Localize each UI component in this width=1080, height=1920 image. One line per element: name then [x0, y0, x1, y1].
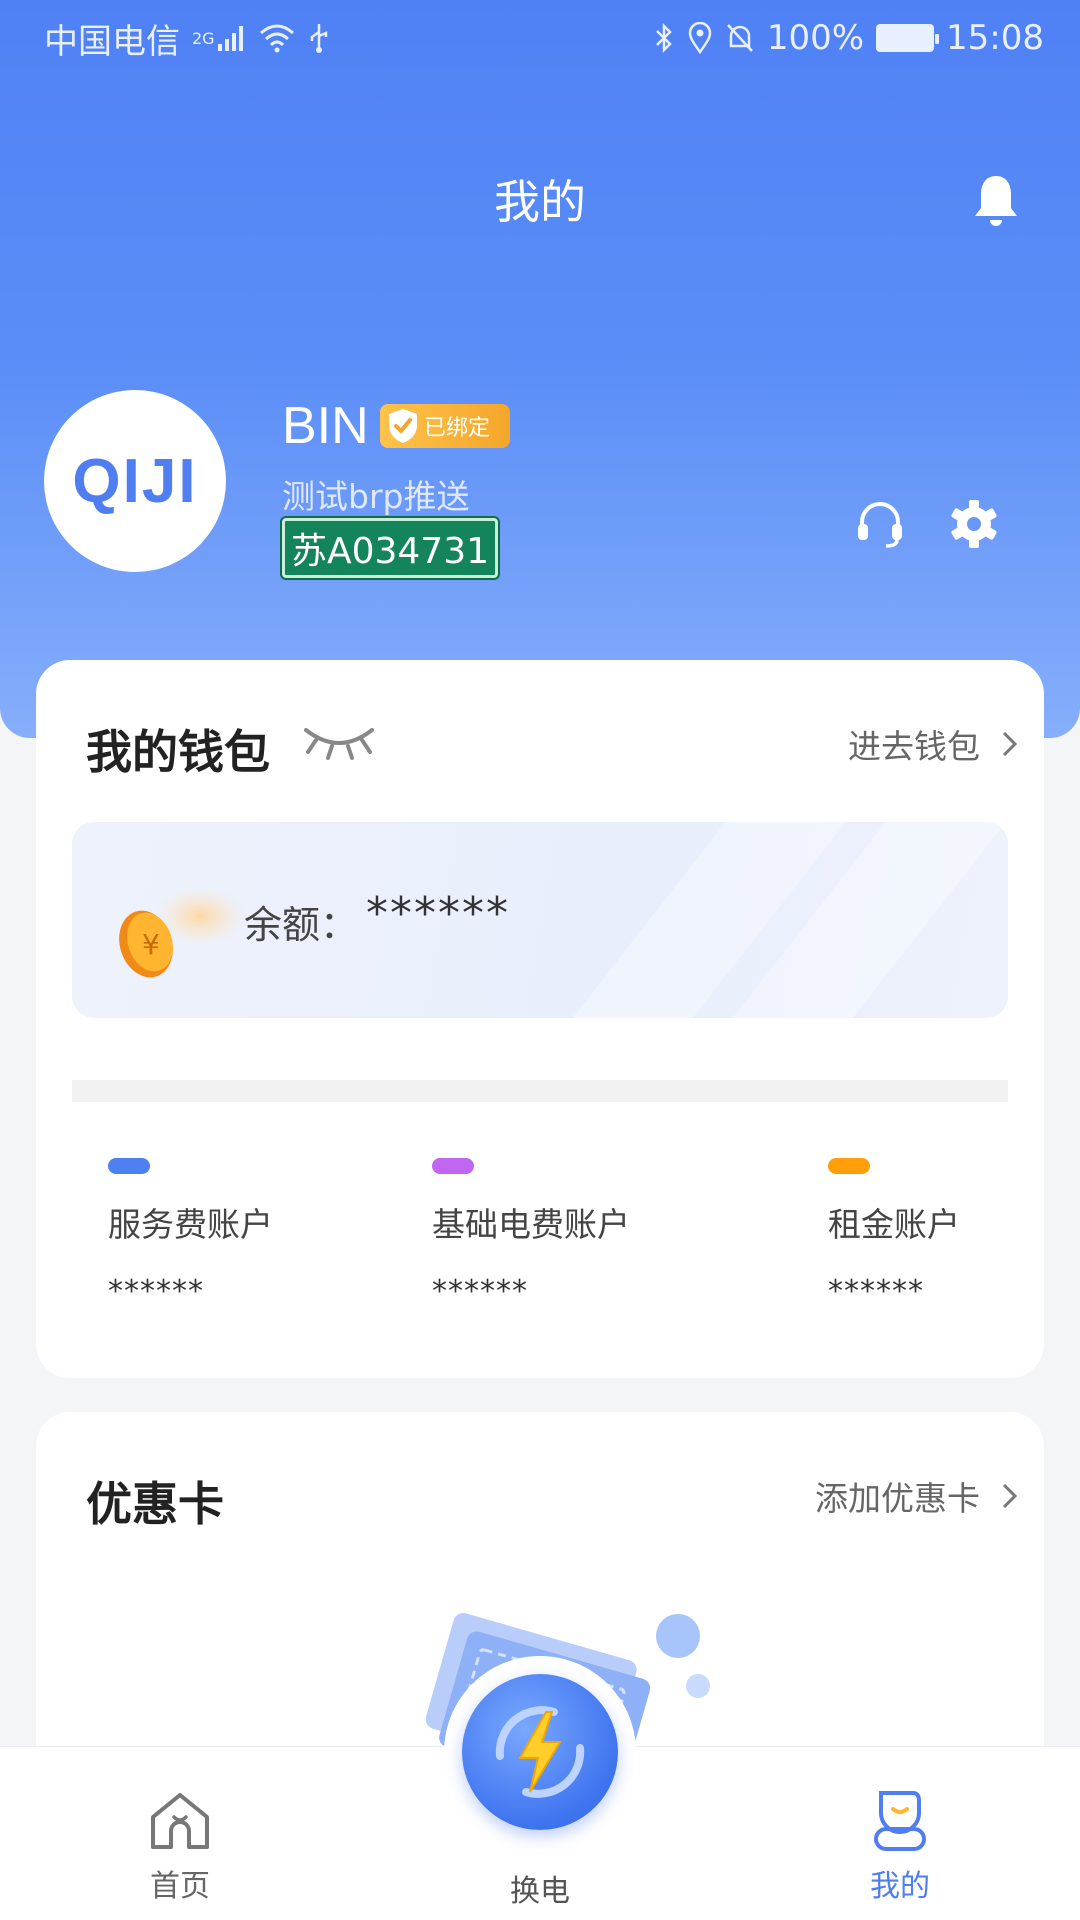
tab-mine[interactable]: 我的: [820, 1787, 980, 1905]
account-rent[interactable]: 租金账户 ******: [828, 1158, 960, 1309]
customer-service-icon[interactable]: [854, 498, 906, 550]
balance-value: ******: [366, 888, 510, 939]
account-value: ******: [432, 1274, 528, 1309]
battery-swap-button[interactable]: [444, 1656, 636, 1848]
lightning-swap-icon: [495, 1706, 585, 1798]
avatar[interactable]: QIJI: [44, 390, 226, 572]
battery-percent: 100%: [766, 18, 865, 58]
battery-swap-inner: [462, 1674, 618, 1830]
account-color-dot: [432, 1158, 474, 1174]
header-background: [0, 0, 1080, 738]
wallet-link-label: 进去钱包: [848, 727, 980, 766]
location-icon: [687, 22, 713, 54]
tab-mine-label: 我的: [870, 1869, 930, 1904]
wallet-card: 我的钱包 进去钱包 ¥ 余额： ****** 服务费账户 ****** 基础电费…: [36, 660, 1044, 1378]
coin-icon: ¥: [119, 886, 246, 978]
page-title: 我的: [494, 175, 586, 229]
notification-bell-icon[interactable]: [970, 172, 1022, 228]
bluetooth-icon: [653, 22, 675, 54]
account-value: ******: [828, 1274, 924, 1309]
clock-time: 15:08: [946, 18, 1044, 58]
user-subtitle: 测试brp推送: [282, 477, 470, 516]
account-color-dot: [108, 1158, 150, 1174]
divider: [72, 1080, 1008, 1102]
bound-badge: 已绑定: [380, 404, 510, 448]
balance-label: 余额：: [244, 903, 359, 947]
wifi-icon: [259, 23, 295, 53]
tab-swap-label: 换电: [510, 1874, 570, 1909]
wallet-title: 我的钱包: [86, 725, 270, 779]
status-bar: 中国电信 2G 100% 15:08: [0, 0, 1080, 76]
carrier-text: 中国电信: [44, 21, 180, 62]
signal-icon: 2G: [192, 24, 247, 52]
person-icon: [874, 1791, 926, 1851]
add-coupon-label: 添加优惠卡: [815, 1479, 980, 1518]
user-name: BIN: [282, 397, 369, 455]
avatar-logo: QIJI: [72, 446, 198, 516]
account-name: 租金账户: [828, 1205, 960, 1244]
license-plate: 苏A034731: [280, 516, 500, 580]
account-basic-electricity[interactable]: 基础电费账户 ******: [432, 1158, 630, 1309]
battery-icon: [876, 24, 940, 52]
svg-text:¥: ¥: [142, 928, 160, 961]
status-right: 100% 15:08: [653, 18, 1044, 58]
bound-badge-label: 已绑定: [424, 416, 491, 441]
status-left: 中国电信 2G: [44, 14, 331, 63]
network-type: 2G: [192, 28, 215, 48]
tab-home-label: 首页: [150, 1869, 210, 1904]
home-icon: [151, 1793, 209, 1849]
usb-icon: [307, 22, 331, 54]
eye-closed-icon[interactable]: [302, 722, 376, 762]
screen: 中国电信 2G 100% 15:08 我的 QIJI BIN 已绑定 测试brp…: [0, 0, 1080, 1920]
account-service-fee[interactable]: 服务费账户 ******: [108, 1158, 273, 1309]
add-coupon-link[interactable]: 添加优惠卡: [815, 1472, 1018, 1520]
chevron-right-icon: [1002, 731, 1018, 757]
shield-check-icon: [389, 409, 417, 443]
mute-bell-icon: [725, 22, 755, 54]
account-name: 服务费账户: [108, 1205, 273, 1244]
tab-home[interactable]: 首页: [100, 1787, 260, 1905]
settings-gear-icon[interactable]: [948, 498, 1000, 550]
balance-box: ¥ 余额： ******: [72, 822, 1008, 1018]
chevron-right-icon: [1002, 1483, 1018, 1509]
account-value: ******: [108, 1274, 204, 1309]
account-color-dot: [828, 1158, 870, 1174]
coupon-title: 优惠卡: [86, 1477, 224, 1531]
wallet-link[interactable]: 进去钱包: [848, 720, 1018, 768]
account-name: 基础电费账户: [432, 1205, 630, 1244]
